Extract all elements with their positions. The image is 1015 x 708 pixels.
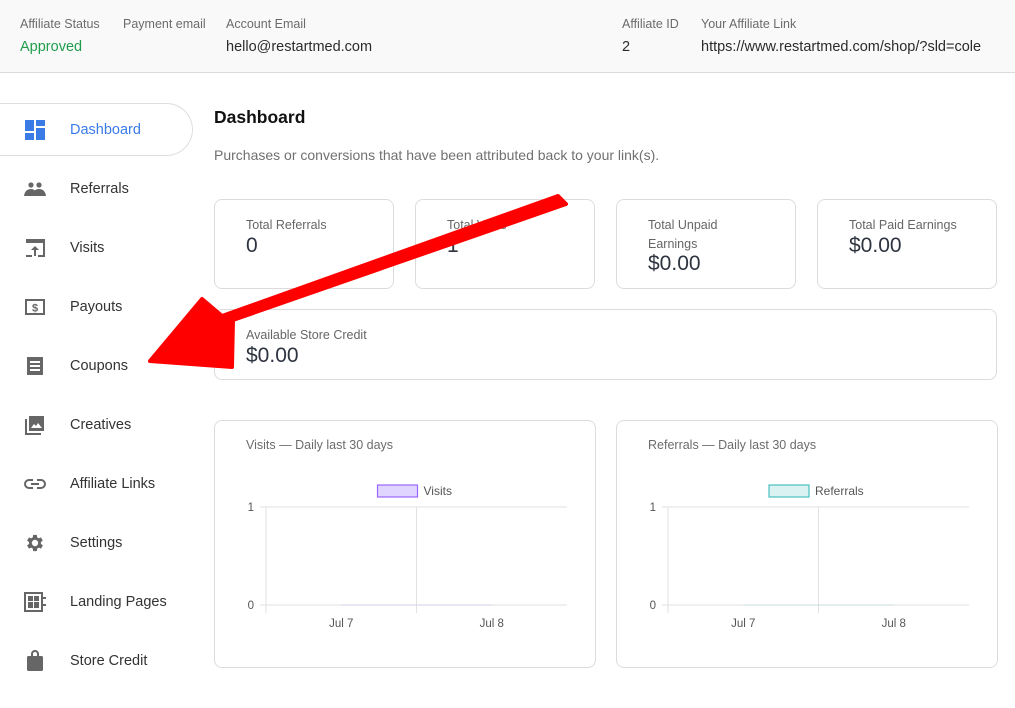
account-email-label: Account Email <box>226 17 306 31</box>
open-in-browser-icon <box>24 237 46 259</box>
legend-label: Visits <box>424 484 452 498</box>
sidebar-item-dashboard[interactable]: Dashboard <box>0 103 193 156</box>
sidebar-item-label: Affiliate Links <box>70 475 156 492</box>
visits-chart: Visits 0 1 Jul 7 Jul 8 <box>248 484 567 630</box>
sidebar-item-referrals[interactable]: Referrals <box>0 162 193 215</box>
sidebar-item-label: Settings <box>70 534 123 551</box>
referrals-chart: Referrals 0 1 Jul 7 Jul 8 <box>650 484 969 630</box>
stat-value: $0.00 <box>246 344 299 367</box>
affiliate-status-value: Approved <box>20 39 83 55</box>
sidebar-item-label: Payouts <box>70 298 123 315</box>
sidebar-item-label: Dashboard <box>70 121 141 138</box>
affiliate-link-value[interactable]: https://www.restartmed.com/shop/?sld=col… <box>701 38 981 56</box>
receipt-icon <box>24 355 46 377</box>
image-library-icon <box>24 414 46 436</box>
sidebar-item-label: Coupons <box>70 357 129 374</box>
sidebar-item-store-credit[interactable]: Store Credit <box>0 634 193 687</box>
affiliate-link-label: Your Affiliate Link <box>701 17 797 31</box>
stat-card-total-unpaid-earnings: Total Unpaid Earnings $0.00 <box>616 199 796 289</box>
sidebar-nav: Dashboard Referrals Visits $ Payouts Cou… <box>0 103 193 693</box>
stat-label: Total Paid Earnings <box>849 218 957 232</box>
x-tick-label: Jul 8 <box>480 618 504 630</box>
y-tick-label: 1 <box>650 502 656 514</box>
affiliate-status-label: Affiliate Status <box>20 17 100 31</box>
stat-label: Total Referrals <box>246 218 327 232</box>
affiliate-id-value: 2 <box>622 39 631 55</box>
payment-email: Payment email <box>123 16 206 38</box>
x-tick-label: Jul 7 <box>329 618 353 630</box>
sidebar-item-label: Store Credit <box>70 652 148 669</box>
sidebar-item-creatives[interactable]: Creatives <box>0 398 193 451</box>
x-tick-label: Jul 8 <box>882 618 906 630</box>
sidebar-item-visits[interactable]: Visits <box>0 221 193 274</box>
y-tick-label: 0 <box>248 600 254 612</box>
stat-card-total-referrals: Total Referrals 0 <box>214 199 394 289</box>
link-icon <box>24 473 46 495</box>
svg-text:$: $ <box>32 302 38 314</box>
account-email-value: hello@restartmed.com <box>226 39 373 55</box>
y-tick-label: 0 <box>650 600 656 612</box>
payment-email-label: Payment email <box>123 17 206 31</box>
x-tick-label: Jul 7 <box>731 618 755 630</box>
page-title: Dashboard <box>214 107 306 127</box>
dashboard-icon <box>24 119 46 141</box>
page-layout-icon <box>24 591 46 613</box>
stat-value: 0 <box>246 234 258 257</box>
stat-value: $0.00 <box>648 252 701 275</box>
stat-label: Total Unpaid Earnings <box>648 218 718 251</box>
sidebar-item-coupons[interactable]: Coupons <box>0 339 193 392</box>
dollar-icon: $ <box>24 296 46 318</box>
referrals-chart-card: Referrals — Daily last 30 days Referrals… <box>616 420 998 668</box>
affiliate-id-label: Affiliate ID <box>622 17 679 31</box>
sidebar-item-payouts[interactable]: $ Payouts <box>0 280 193 333</box>
sidebar-item-affiliate-links[interactable]: Affiliate Links <box>0 457 193 510</box>
affiliate-info-bar: Affiliate Status Approved Payment email … <box>0 0 1015 73</box>
stat-label: Total Visits <box>447 218 507 232</box>
stat-value: $0.00 <box>849 234 902 257</box>
stat-label: Available Store Credit <box>246 328 367 342</box>
sidebar-item-settings[interactable]: Settings <box>0 516 193 569</box>
sidebar-item-label: Landing Pages <box>70 593 167 610</box>
people-icon <box>24 178 46 200</box>
affiliate-id: Affiliate ID 2 <box>622 16 679 56</box>
stat-card-total-visits: Total Visits 1 <box>415 199 595 289</box>
account-email: Account Email hello@restartmed.com <box>226 16 372 56</box>
legend-swatch <box>768 484 810 498</box>
shopping-bag-icon <box>24 649 46 672</box>
affiliate-status: Affiliate Status Approved <box>20 16 100 56</box>
stat-card-available-store-credit: Available Store Credit $0.00 <box>214 309 997 380</box>
sidebar-item-label: Visits <box>70 239 105 256</box>
sidebar-item-label: Referrals <box>70 180 129 197</box>
legend-label: Referrals <box>815 484 864 498</box>
sidebar-item-landing-pages[interactable]: Landing Pages <box>0 575 193 628</box>
stat-value: 1 <box>447 234 459 257</box>
page-description: Purchases or conversions that have been … <box>214 147 660 163</box>
affiliate-link: Your Affiliate Link https://www.restartm… <box>701 16 981 56</box>
stat-card-total-paid-earnings: Total Paid Earnings $0.00 <box>817 199 997 289</box>
y-tick-label: 1 <box>248 502 254 514</box>
legend-swatch <box>376 484 419 498</box>
gear-icon <box>24 532 46 554</box>
visits-chart-card: Visits — Daily last 30 days Visits 0 1 Jul … <box>214 420 596 668</box>
sidebar-item-label: Creatives <box>70 416 132 433</box>
